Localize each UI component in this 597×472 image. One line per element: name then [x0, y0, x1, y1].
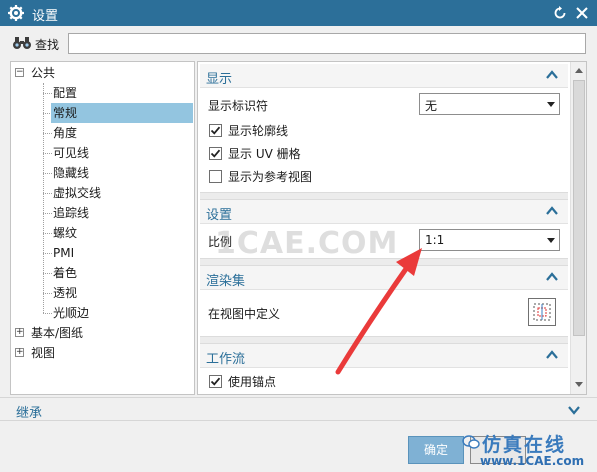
tree-item-basic-drawing[interactable]: 基本/图纸	[31, 323, 83, 343]
section-title: 设置	[206, 208, 233, 223]
corner-watermark: 仿真在线 www.1CAE.com	[460, 428, 597, 472]
tree-item[interactable]: 常规	[51, 103, 193, 123]
tree-item-label: 虚拟交线	[53, 186, 102, 200]
find-input[interactable]	[68, 33, 586, 54]
section-title: 显示	[206, 72, 233, 87]
tree-item[interactable]: 追踪线	[51, 203, 193, 223]
title-bar: 设置	[0, 0, 597, 26]
window-title: 设置	[32, 9, 59, 24]
tree-item[interactable]: 配置	[51, 83, 193, 103]
ok-button[interactable]: 确定	[408, 436, 464, 464]
tree-item-label: 透视	[53, 286, 78, 300]
tree-item[interactable]: 着色	[51, 263, 193, 283]
tree-item-label: 隐藏线	[53, 166, 90, 180]
tree-item-label: 视图	[31, 346, 56, 360]
chevron-up-icon[interactable]	[546, 206, 558, 216]
checkbox-label: 使用锚点	[228, 375, 277, 389]
section-title: 工作流	[206, 352, 246, 367]
tree-item[interactable]: 螺纹	[51, 223, 193, 243]
binoculars-icon	[13, 37, 31, 49]
watermark-url: www.1CAE.com	[480, 454, 585, 468]
chevron-down-icon	[547, 102, 555, 107]
defined-in-view-label: 在视图中定义	[208, 307, 281, 321]
vertical-scrollbar[interactable]	[570, 62, 586, 394]
gear-icon	[8, 5, 24, 21]
tree-item-label: PMI	[53, 246, 75, 260]
checkmark-icon	[210, 126, 221, 135]
tree-item-label: 可见线	[53, 146, 90, 160]
checkbox-show-uv-grid[interactable]	[209, 147, 222, 160]
section-header[interactable]: 渲染集	[200, 266, 568, 290]
checkbox-use-anchor[interactable]	[209, 375, 222, 388]
select-value: 1:1	[425, 233, 445, 247]
section-header[interactable]: 工作流	[200, 344, 568, 368]
tree-item[interactable]: 角度	[51, 123, 193, 143]
section-render-set: 渲染集 在视图中定义	[200, 266, 568, 336]
chevron-up-icon[interactable]	[546, 272, 558, 282]
chevron-down-icon[interactable]	[568, 405, 580, 415]
close-icon[interactable]	[574, 5, 590, 21]
tree-item-label: 追踪线	[53, 206, 90, 220]
expand-icon[interactable]: +	[15, 348, 24, 357]
tree-item[interactable]: 可见线	[51, 143, 193, 163]
checkbox-show-outline[interactable]	[209, 124, 222, 137]
settings-tree: − 公共 配置常规角度可见线隐藏线虚拟交线追踪线螺纹 PMI 着色透视光顺边 + 基…	[10, 61, 195, 395]
find-label: 查找	[35, 38, 60, 52]
tree-guide	[43, 83, 44, 313]
tree-item[interactable]: 虚拟交线	[51, 183, 193, 203]
section-header[interactable]: 设置	[200, 200, 568, 224]
tree-item[interactable]: PMI	[51, 243, 193, 263]
select-value: 无	[425, 99, 438, 113]
inherit-section[interactable]: 继承	[0, 397, 597, 421]
define-in-view-button[interactable]	[528, 298, 556, 326]
inherit-title: 继承	[16, 406, 43, 421]
checkbox-show-as-reference-view[interactable]	[209, 170, 222, 183]
scroll-up-icon[interactable]	[575, 67, 583, 73]
identifier-select[interactable]: 无	[419, 93, 560, 115]
chat-logo-icon	[462, 435, 480, 449]
reset-icon[interactable]	[552, 5, 568, 21]
section-divider	[200, 192, 568, 200]
tree-item-label: 着色	[53, 266, 78, 280]
chevron-up-icon[interactable]	[546, 70, 558, 80]
expand-icon[interactable]: +	[15, 328, 24, 337]
section-title: 渲染集	[206, 274, 246, 289]
section-workflow: 工作流 使用锚点	[200, 344, 568, 394]
tree-item-label: 螺纹	[53, 226, 78, 240]
checkmark-icon	[210, 377, 221, 386]
tree-item-label: 公共	[31, 66, 56, 80]
tree-item-label: 基本/图纸	[31, 326, 84, 340]
chevron-up-icon[interactable]	[546, 350, 558, 360]
checkbox-label: 显示轮廓线	[228, 124, 289, 138]
checkbox-label: 显示 UV 栅格	[228, 147, 301, 161]
section-header[interactable]: 显示	[200, 64, 568, 88]
section-divider	[200, 336, 568, 344]
tree-item[interactable]: 透视	[51, 283, 193, 303]
checkbox-label: 显示为参考视图	[228, 170, 313, 184]
watermark-cn: 仿真在线	[482, 434, 567, 456]
chevron-down-icon	[547, 238, 555, 243]
scroll-down-icon[interactable]	[575, 382, 583, 388]
collapse-icon[interactable]: −	[15, 68, 24, 77]
tree-item-label: 常规	[53, 106, 78, 120]
tree-item-label: 角度	[53, 126, 78, 140]
find-row: 查找	[0, 26, 597, 60]
view-define-icon	[533, 303, 551, 321]
scroll-thumb[interactable]	[573, 80, 585, 336]
identifier-label: 显示标识符	[208, 99, 269, 113]
tree-item-view[interactable]: 视图	[31, 343, 55, 363]
section-display: 显示 显示标识符 无 显示轮廓线 显示 UV 栅格 显示为参考视图	[200, 64, 568, 192]
watermark: 1CAE.COM	[215, 226, 399, 261]
tree-item-label: 光顺边	[53, 306, 90, 320]
tree-item[interactable]: 隐藏线	[51, 163, 193, 183]
checkmark-icon	[210, 149, 221, 158]
tree-item[interactable]: 光顺边	[51, 303, 193, 323]
scale-select[interactable]: 1:1	[419, 229, 560, 251]
tree-item-common[interactable]: 公共	[31, 63, 55, 83]
tree-item-label: 配置	[53, 86, 78, 100]
